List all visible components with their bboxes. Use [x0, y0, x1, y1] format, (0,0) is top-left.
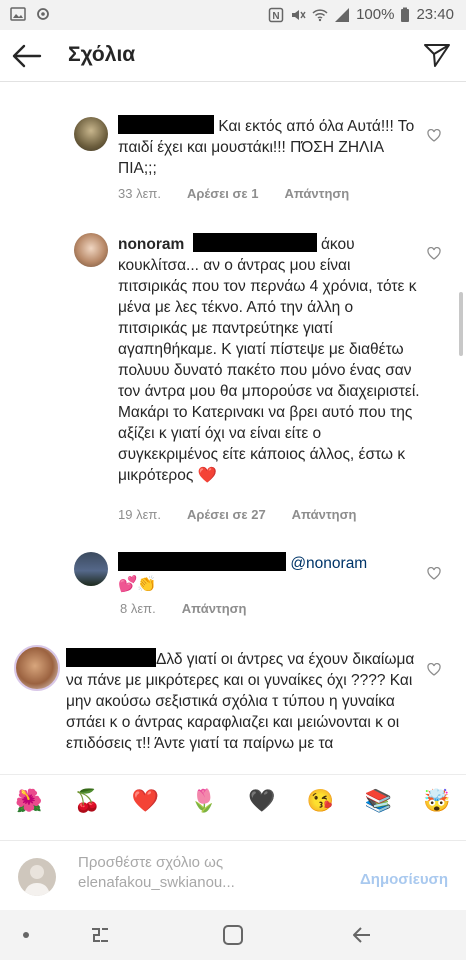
recents-icon[interactable]	[88, 924, 112, 946]
comment-time: 8 λεπ.	[120, 601, 156, 616]
comment-username[interactable]: nonoram	[118, 236, 184, 253]
avatar[interactable]	[74, 117, 108, 151]
redacted-username	[66, 648, 156, 667]
emoji-books[interactable]: 📚	[363, 788, 395, 814]
comment-text: Και εκτός από όλα Αυτά!!! Το παιδί έχει …	[118, 115, 418, 179]
home-icon[interactable]	[221, 924, 245, 946]
emoji-hibiscus[interactable]: 🌺	[13, 788, 45, 814]
emoji-reaction: 💕👏	[118, 576, 157, 593]
comment-meta: 19 λεπ. Αρέσει σε 27 Απάντηση	[118, 507, 356, 522]
reply-button[interactable]: Απάντηση	[182, 601, 247, 616]
nfc-icon: N	[268, 7, 284, 22]
like-heart-icon[interactable]	[427, 663, 441, 676]
comment-time: 33 λεπ.	[118, 186, 161, 201]
comment-input[interactable]: Προσθέστε σχόλιο ως elenafakou_swkianou.…	[78, 853, 268, 893]
mute-icon	[292, 9, 306, 20]
like-heart-icon[interactable]	[427, 247, 441, 260]
redacted-username	[118, 115, 214, 134]
dot-icon[interactable]	[14, 924, 38, 946]
emoji-cherries[interactable]: 🍒	[71, 788, 103, 814]
avatar[interactable]	[74, 552, 108, 586]
gallery-icon	[10, 7, 26, 21]
post-button[interactable]: Δημοσίευση	[360, 871, 448, 888]
battery-icon	[401, 7, 410, 22]
emoji-mind-blown[interactable]: 🤯	[421, 788, 453, 814]
like-heart-icon[interactable]	[427, 129, 441, 142]
emoji-quick-bar: 🌺 🍒 ❤️ 🌷 🖤 😘 📚 🤯	[0, 774, 466, 826]
back-icon[interactable]	[350, 924, 374, 946]
my-avatar	[18, 858, 56, 896]
avatar[interactable]	[14, 645, 60, 691]
clock: 23:40	[416, 6, 454, 23]
comment-list[interactable]: Και εκτός από όλα Αυτά!!! Το παιδί έχει …	[0, 82, 466, 774]
system-nav-bar	[0, 910, 466, 960]
comment-text: @nonoram 💕👏	[118, 552, 418, 595]
battery-percent: 100%	[356, 6, 395, 23]
reply-button[interactable]: Απάντηση	[292, 507, 357, 522]
page-title: Σχόλια	[68, 43, 136, 66]
scrollbar[interactable]	[459, 292, 463, 356]
redacted-username	[192, 233, 317, 252]
emoji-kiss-face[interactable]: 😘	[304, 788, 336, 814]
comment-composer: Προσθέστε σχόλιο ως elenafakou_swkianou.…	[0, 840, 466, 908]
comment-text: Δλδ γιατί οι άντρες να έχουν δικαίωμα να…	[66, 648, 418, 754]
direct-send-icon[interactable]	[422, 40, 452, 70]
reply-button[interactable]: Απάντηση	[284, 186, 349, 201]
likes-count[interactable]: Αρέσει σε 27	[187, 507, 266, 522]
comment-meta: 8 λεπ. Απάντηση	[120, 601, 247, 616]
sync-icon	[37, 8, 49, 20]
comment-time: 19 λεπ.	[118, 507, 161, 522]
signal-icon	[335, 7, 350, 22]
mention-link[interactable]: @nonoram	[290, 555, 367, 572]
emoji-black-heart[interactable]: 🖤	[246, 788, 278, 814]
emoji-tulip[interactable]: 🌷	[188, 788, 220, 814]
wifi-icon	[312, 8, 328, 21]
svg-text:N: N	[272, 11, 279, 22]
comment-text: nonoram άκου κουκλίτσα... αν ο άντρας μο…	[118, 233, 420, 486]
emoji-red-heart[interactable]: ❤️	[130, 788, 162, 814]
heart-emoji: ❤️	[197, 467, 217, 484]
status-bar: N 100% 23:40	[0, 0, 466, 30]
comment-meta: 33 λεπ. Αρέσει σε 1 Απάντηση	[118, 186, 349, 201]
comments-header: Σχόλια	[0, 30, 466, 82]
back-arrow-icon[interactable]	[10, 40, 44, 72]
likes-count[interactable]: Αρέσει σε 1	[187, 186, 259, 201]
redacted-username	[118, 552, 286, 571]
avatar[interactable]	[74, 233, 108, 267]
like-heart-icon[interactable]	[427, 567, 441, 580]
